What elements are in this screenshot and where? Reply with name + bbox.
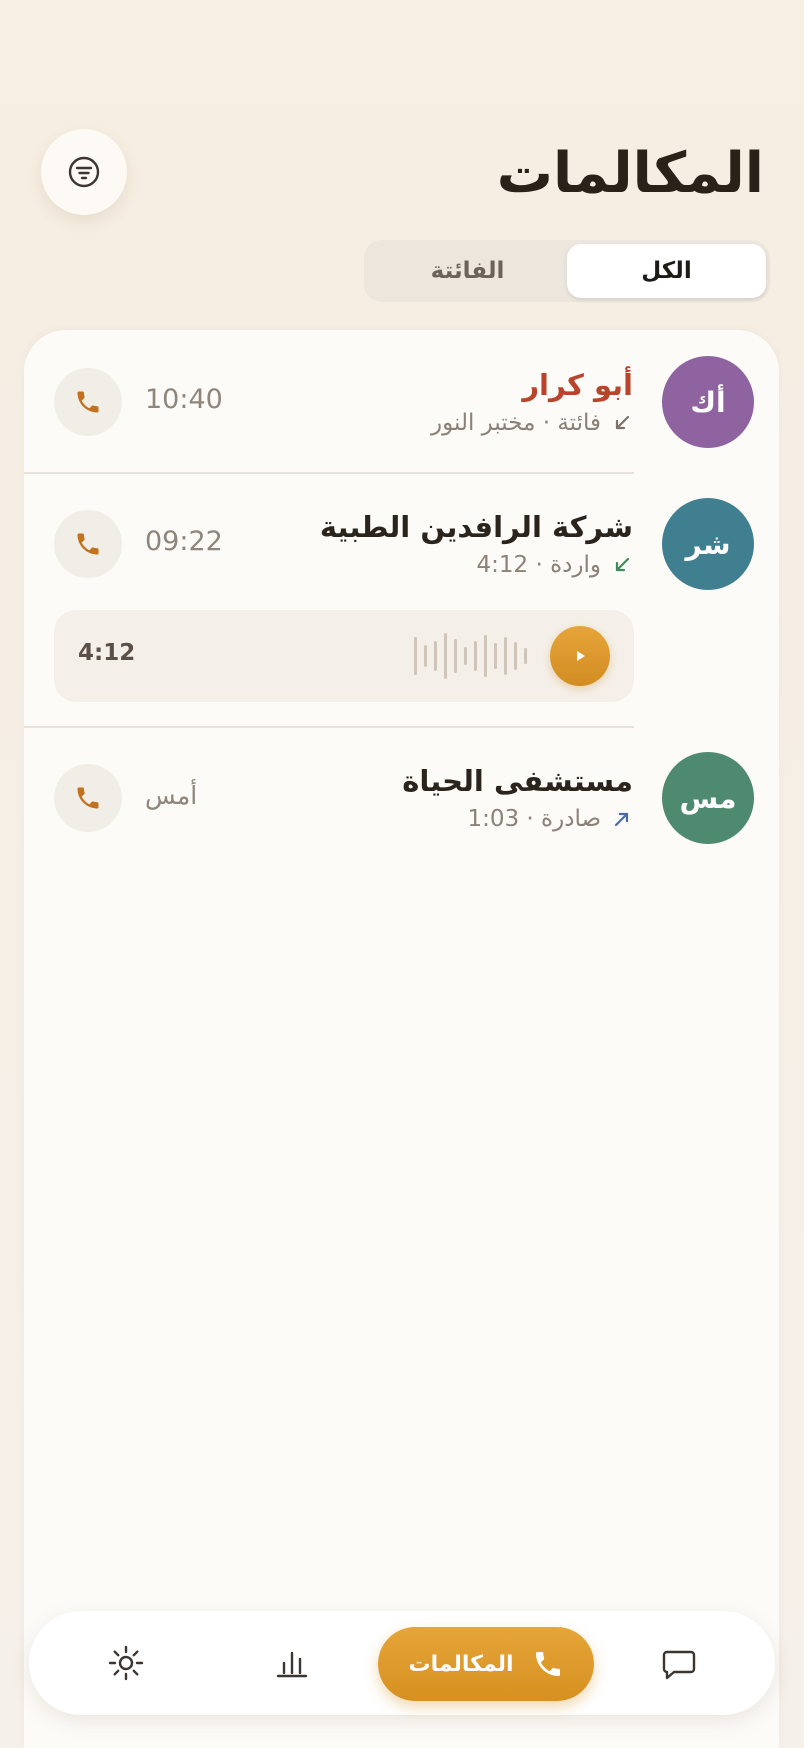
call-row[interactable]: أك أبو كرار فائتة · مختبر النور 10:40 xyxy=(24,330,779,450)
tab-all[interactable]: الكل xyxy=(567,244,766,298)
chart-icon xyxy=(276,1651,308,1678)
call-meta: صادرة · 1:03 xyxy=(467,804,633,834)
waveform xyxy=(414,632,527,680)
sun-icon xyxy=(108,1645,144,1681)
missed-arrow-icon xyxy=(611,412,633,434)
filter-button[interactable] xyxy=(41,129,127,215)
caller-name: مستشفى الحياة xyxy=(402,764,633,798)
call-back-button[interactable] xyxy=(54,368,122,436)
tab-missed[interactable]: الفائتة xyxy=(368,244,567,298)
call-time: أمس xyxy=(145,781,198,810)
nav-settings[interactable] xyxy=(96,1633,156,1693)
call-filter-tabs: الكل الفائتة xyxy=(364,240,770,302)
caller-name: أبو كرار xyxy=(522,368,633,402)
caller-name: شركة الرافدين الطبية xyxy=(319,510,633,544)
call-meta: واردة · 4:12 xyxy=(477,550,634,580)
phone-icon xyxy=(77,533,99,555)
nav-messages[interactable] xyxy=(649,1633,709,1693)
call-back-button[interactable] xyxy=(54,510,122,578)
nav-calls-label: المكالمات xyxy=(408,1651,514,1677)
call-meta: فائتة · مختبر النور xyxy=(431,408,633,438)
bottom-navigation: المكالمات xyxy=(29,1611,775,1715)
avatar: مس xyxy=(662,752,754,844)
play-button[interactable] xyxy=(550,626,610,686)
voice-note-player: 4:12 xyxy=(54,610,634,702)
call-status: واردة · 4:12 xyxy=(476,552,602,578)
incoming-arrow-icon xyxy=(611,554,633,576)
call-status: فائتة · مختبر النور xyxy=(431,410,601,436)
avatar: شر xyxy=(662,498,754,590)
phone-icon xyxy=(77,787,99,809)
phone-icon xyxy=(77,391,99,413)
play-icon xyxy=(577,651,585,661)
page-title: المكالمات xyxy=(496,141,764,206)
filter-icon xyxy=(68,156,100,188)
call-time: 09:22 xyxy=(145,526,223,557)
call-row[interactable]: مس مستشفى الحياة صادرة · 1:03 أمس xyxy=(24,726,779,846)
call-back-button[interactable] xyxy=(54,764,122,832)
nav-stats[interactable] xyxy=(262,1633,322,1693)
call-time: 10:40 xyxy=(145,384,223,415)
nav-calls[interactable]: المكالمات xyxy=(378,1627,594,1701)
outgoing-arrow-icon xyxy=(611,808,633,830)
call-status: صادرة · 1:03 xyxy=(467,806,601,832)
avatar: أك xyxy=(662,356,754,448)
calls-list: أك أبو كرار فائتة · مختبر النور 10:40 شر… xyxy=(24,330,779,1748)
phone-icon xyxy=(535,1652,560,1676)
chat-icon xyxy=(662,1650,696,1680)
voice-note-duration: 4:12 xyxy=(78,640,136,666)
call-row[interactable]: شر شركة الرافدين الطبية واردة · 4:12 09:… xyxy=(24,472,779,732)
